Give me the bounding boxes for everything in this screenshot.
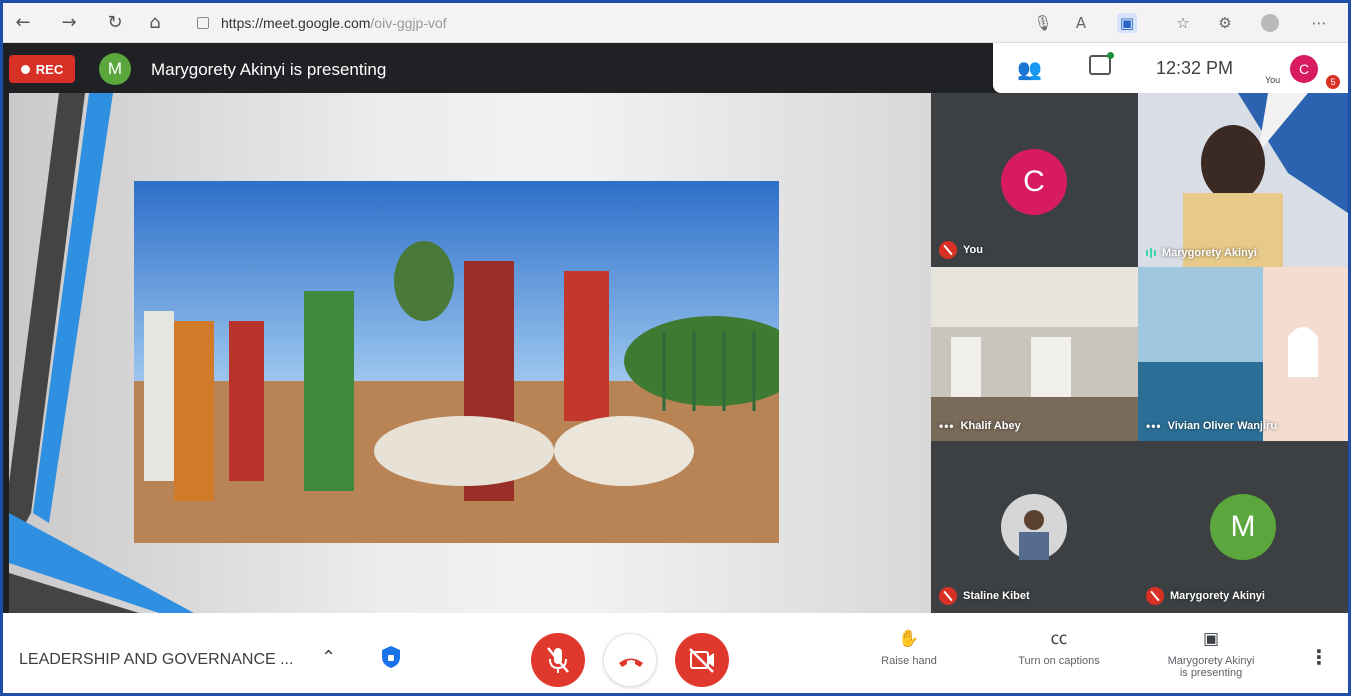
url-path: /oiv-ggjp-vof	[370, 15, 447, 31]
participant-name: Khalif Abey	[960, 420, 1021, 432]
speaking-indicator-icon	[1146, 248, 1156, 258]
meeting-title[interactable]: LEADERSHIP AND GOVERNANCE ...	[19, 651, 293, 669]
meet-top-bar: REC M Marygorety Akinyi is presenting	[3, 43, 993, 93]
phone-hangup-icon	[619, 658, 643, 667]
participant-tile-you[interactable]: C You	[931, 93, 1138, 267]
mic-toggle-button[interactable]	[531, 633, 585, 687]
raise-hand-label: Raise hand	[881, 655, 937, 667]
meet-top-right-panel: 👥 12:32 PM You C 5	[993, 43, 1348, 93]
chat-icon[interactable]	[1089, 52, 1114, 75]
raise-hand-button[interactable]: ✋ Raise hand	[869, 629, 949, 667]
camera-toggle-button[interactable]	[675, 633, 729, 687]
address-bar[interactable]: https://meet.google.com/oiv-ggjp-vof	[197, 11, 447, 35]
participant-avatar: M	[1210, 494, 1276, 560]
browser-profile-icon[interactable]	[1261, 14, 1279, 32]
browser-toolbar: ← → ↻ ⌂ https://meet.google.com/oiv-ggjp…	[3, 3, 1348, 43]
back-arrow-icon[interactable]: ←	[11, 11, 35, 35]
participant-name: Marygorety Akinyi	[1162, 247, 1257, 259]
leave-call-button[interactable]	[603, 633, 657, 687]
captions-icon: ㏄	[1050, 629, 1068, 649]
clock: 12:32 PM	[1156, 58, 1234, 78]
participant-label: ••• Vivian Oliver Wanjiru	[1146, 419, 1277, 433]
mic-off-icon	[939, 587, 957, 605]
shield-icon[interactable]	[381, 645, 401, 669]
lock-icon	[197, 17, 209, 29]
chevron-up-icon[interactable]: ⌃	[321, 647, 336, 668]
mic-off-icon	[1146, 587, 1164, 605]
home-icon[interactable]: ⌂	[143, 11, 167, 35]
presenting-label-line2: is presenting	[1179, 667, 1243, 679]
refresh-icon[interactable]: ↻	[103, 11, 127, 35]
more-dots-icon: •••	[939, 419, 955, 433]
presenter-avatar: M	[99, 53, 131, 85]
meeting-controls-bar: LEADERSHIP AND GOVERNANCE ... ⌃ ✋ Raise …	[3, 613, 1348, 693]
participant-label: Marygorety Akinyi	[1146, 247, 1257, 259]
recording-badge: REC	[9, 55, 75, 83]
meet-window: ← → ↻ ⌂ https://meet.google.com/oiv-ggjp…	[0, 0, 1351, 696]
hand-icon: ✋	[898, 629, 920, 649]
present-screen-icon: ▣	[1202, 629, 1220, 649]
participant-tile-marygorety[interactable]: M Marygorety Akinyi	[1138, 441, 1348, 613]
browser-menu-icon[interactable]: ⋯	[1309, 13, 1329, 33]
captions-label: Turn on captions	[1018, 655, 1100, 667]
extensions-icon[interactable]: ⚙	[1215, 13, 1235, 33]
participant-name: Staline Kibet	[963, 590, 1030, 602]
participant-name: You	[963, 244, 983, 256]
url-domain: https://meet.google.com	[221, 15, 371, 31]
microphone-permission-icon[interactable]: 🎙	[1033, 13, 1053, 33]
participant-tile-marygorety-video[interactable]: Marygorety Akinyi	[1138, 93, 1348, 267]
forward-arrow-icon[interactable]: →	[57, 11, 81, 35]
camera-off-icon	[689, 648, 714, 673]
participant-tile-staline[interactable]: Staline Kibet	[931, 441, 1138, 613]
participant-tile-khalif[interactable]: ••• Khalif Abey	[931, 267, 1138, 441]
captions-button[interactable]: ㏄ Turn on captions	[999, 629, 1119, 667]
more-dots-icon: •••	[1146, 419, 1162, 433]
participant-name: Vivian Oliver Wanjiru	[1167, 420, 1278, 432]
participant-video	[1138, 93, 1348, 267]
slide-photo	[134, 181, 779, 543]
favorites-icon[interactable]: ☆	[1173, 13, 1193, 33]
people-icon[interactable]: 👥	[1017, 57, 1042, 81]
participant-video	[931, 267, 1138, 441]
participant-label: You	[939, 241, 983, 259]
participant-name: Marygorety Akinyi	[1170, 590, 1265, 602]
presenting-label-line1: Marygorety Akinyi	[1167, 655, 1255, 667]
mic-off-icon	[939, 241, 957, 259]
recording-dot-icon	[20, 64, 30, 74]
participant-photo-avatar	[1001, 494, 1067, 560]
reading-view-icon[interactable]: A	[1071, 13, 1091, 33]
participant-video	[1138, 267, 1348, 441]
presenting-status: Marygorety Akinyi is presenting	[151, 60, 387, 79]
participant-label: Marygorety Akinyi	[1146, 587, 1265, 605]
notification-badge: 5	[1326, 75, 1340, 89]
participant-label: ••• Khalif Abey	[939, 419, 1021, 433]
presenting-button[interactable]: ▣ Marygorety Akinyi is presenting	[1151, 629, 1271, 679]
participant-tile-vivian[interactable]: ••• Vivian Oliver Wanjiru	[1138, 267, 1348, 441]
user-avatar[interactable]: C	[1290, 55, 1318, 83]
presentation-area	[9, 93, 931, 613]
participant-label: Staline Kibet	[939, 587, 1030, 605]
more-options-icon[interactable]: ⋮	[1309, 645, 1329, 669]
screen-share-icon[interactable]: ▣	[1117, 13, 1137, 33]
you-label: You	[1265, 75, 1281, 85]
rec-label: REC	[35, 61, 64, 77]
mic-off-icon	[547, 647, 569, 673]
participant-avatar: C	[1001, 149, 1067, 215]
